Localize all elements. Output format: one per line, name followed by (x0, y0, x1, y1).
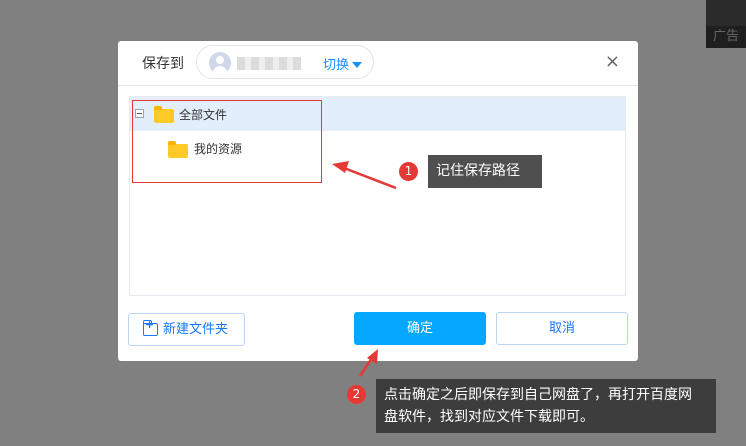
arrow-1-head (332, 161, 349, 173)
annotation-tip-2: 点击确定之后即保存到自己网盘了，再打开百度网 盘软件，找到对应文件下载即可。 (376, 379, 716, 433)
annotation-tip-1: 记住保存路径 (428, 155, 542, 188)
step-badge-2: 2 (347, 385, 366, 404)
arrow-1-line (343, 166, 397, 190)
annotation-tip-2-line2: 盘软件，找到对应文件下载即可。 (384, 409, 594, 425)
annotation-tip-2-line1: 点击确定之后即保存到自己网盘了，再打开百度网 (384, 387, 692, 403)
arrow-2-line (358, 357, 374, 377)
step-badge-1: 1 (399, 162, 418, 181)
